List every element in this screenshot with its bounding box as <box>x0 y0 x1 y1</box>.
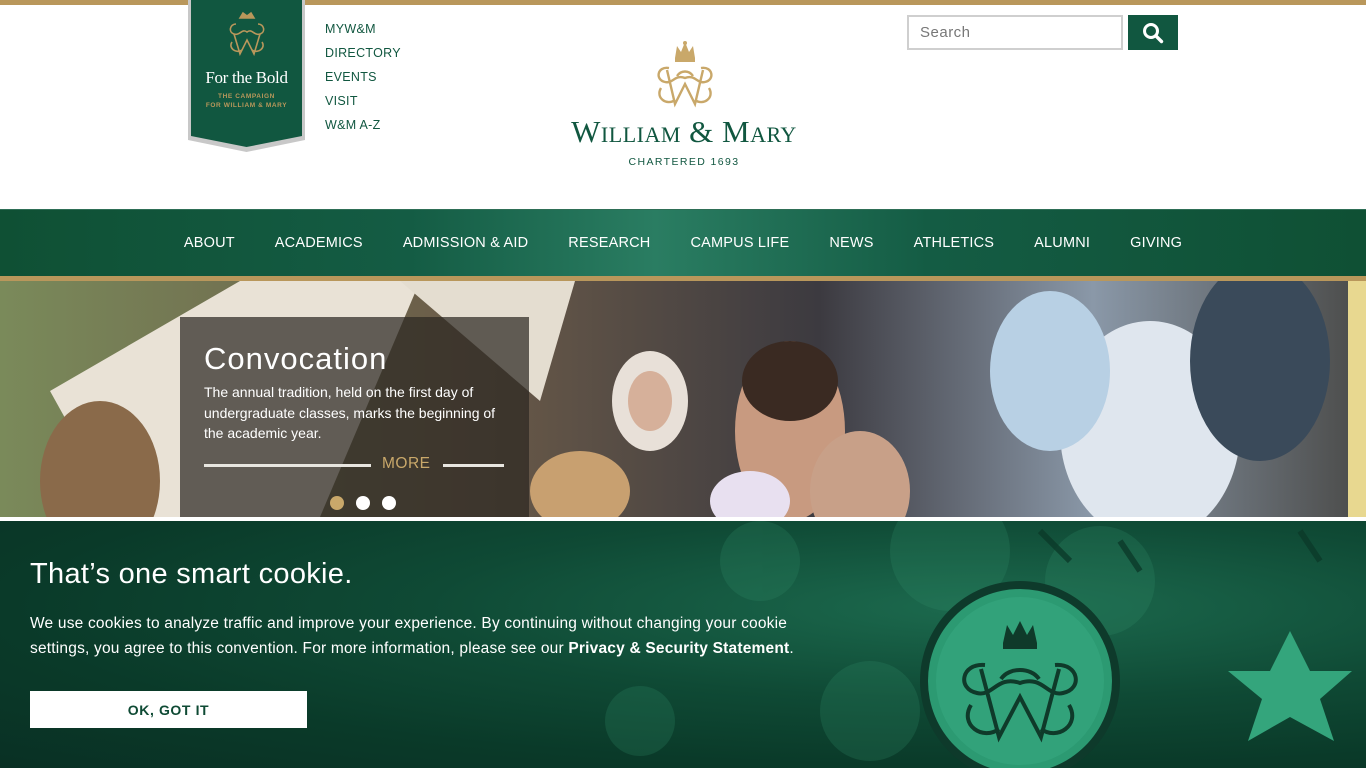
cookie-text-end: . <box>789 640 794 657</box>
campaign-subtitle-line: THE CAMPAIGN <box>218 93 275 100</box>
hero-carousel: Convocation The annual tradition, held o… <box>0 281 1366 517</box>
campaign-subtitle: THE CAMPAIGN FOR WILLIAM & MARY <box>188 92 305 110</box>
brand-tagline: CHARTERED 1693 <box>628 156 740 168</box>
main-nav: ABOUT ACADEMICS ADMISSION & AID RESEARCH… <box>0 209 1366 277</box>
carousel-dot-2[interactable] <box>356 496 370 510</box>
utility-link-events[interactable]: EVENTS <box>325 70 401 94</box>
crown-cypher-icon <box>657 41 713 108</box>
carousel-dot-1[interactable] <box>330 496 344 510</box>
cookie-title: That’s one smart cookie. <box>30 558 353 590</box>
privacy-link[interactable]: Privacy & Security Statement <box>568 640 789 657</box>
carousel-dots <box>330 496 396 510</box>
campaign-subtitle-line: FOR WILLIAM & MARY <box>205 102 288 109</box>
search-button[interactable] <box>1128 15 1178 50</box>
utility-link-a-z[interactable]: W&M A-Z <box>325 118 401 142</box>
utility-nav: MYW&M DIRECTORY EVENTS VISIT W&M A-Z <box>325 22 401 142</box>
divider <box>204 464 371 467</box>
nav-item-athletics[interactable]: ATHLETICS <box>894 235 1015 251</box>
cookie-text: We use cookies to analyze traffic and im… <box>30 611 850 661</box>
hero-caption: Convocation The annual tradition, held o… <box>180 317 529 517</box>
nav-item-news[interactable]: NEWS <box>809 235 893 251</box>
utility-link-directory[interactable]: DIRECTORY <box>325 46 401 70</box>
nav-item-about[interactable]: ABOUT <box>164 235 255 251</box>
hero-text: The annual tradition, held on the first … <box>204 384 496 441</box>
search-icon <box>1143 22 1164 43</box>
nav-item-research[interactable]: RESEARCH <box>548 235 670 251</box>
cypher-crest-icon <box>229 11 265 57</box>
cookie-banner: That’s one smart cookie. We use cookies … <box>0 521 1366 768</box>
accept-cookies-button[interactable]: OK, GOT IT <box>30 691 307 728</box>
nav-item-giving[interactable]: GIVING <box>1110 235 1202 251</box>
more-link[interactable]: MORE <box>382 455 431 473</box>
campaign-title: For the Bold <box>205 68 288 87</box>
nav-item-campus-life[interactable]: CAMPUS LIFE <box>670 235 809 251</box>
utility-link-visit[interactable]: VISIT <box>325 94 401 118</box>
cypher-seal-icon <box>962 621 1078 743</box>
site-header: For the Bold THE CAMPAIGN FOR WILLIAM & … <box>0 0 1366 210</box>
nav-item-academics[interactable]: ACADEMICS <box>255 235 383 251</box>
nav-item-alumni[interactable]: ALUMNI <box>1014 235 1110 251</box>
site-logo[interactable]: William & Mary CHARTERED 1693 <box>540 40 828 175</box>
brand-name: William & Mary <box>571 114 797 149</box>
nav-item-admission-aid[interactable]: ADMISSION & AID <box>383 235 548 251</box>
divider <box>443 464 504 467</box>
hero-title: Convocation <box>204 341 388 376</box>
campaign-banner[interactable]: For the Bold THE CAMPAIGN FOR WILLIAM & … <box>188 0 305 152</box>
more-row: MORE <box>204 455 504 475</box>
search-input[interactable] <box>907 15 1123 50</box>
carousel-dot-3[interactable] <box>382 496 396 510</box>
utility-link-myw&m[interactable]: MYW&M <box>325 22 401 46</box>
